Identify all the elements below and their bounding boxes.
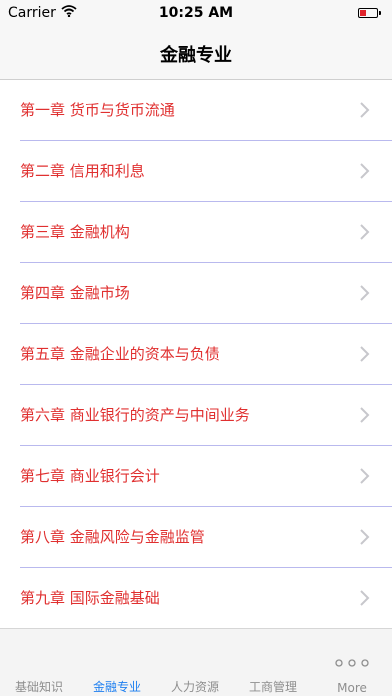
tab-bar: 基础知识 金融专业 人力资源 工商管理 More bbox=[0, 628, 392, 696]
tab-finance[interactable]: 金融专业 bbox=[78, 629, 156, 697]
tab-basic-knowledge[interactable]: 基础知识 bbox=[0, 629, 78, 697]
tab-label: 金融专业 bbox=[92, 680, 141, 694]
page-title: 金融专业 bbox=[160, 45, 232, 66]
chevron-right-icon bbox=[354, 405, 374, 425]
tab-label: 人力资源 bbox=[170, 680, 219, 694]
chapter-label: 第二章 信用和利息 bbox=[20, 162, 145, 180]
chapter-row-9[interactable]: 第九章 国际金融基础 bbox=[20, 568, 392, 629]
chapter-row-1[interactable]: 第一章 货币与货币流通 bbox=[20, 80, 392, 141]
more-dots-icon bbox=[312, 651, 392, 672]
tab-label: 基础知识 bbox=[14, 680, 63, 694]
battery-icon bbox=[358, 8, 381, 18]
chapter-label: 第九章 国际金融基础 bbox=[20, 589, 160, 607]
tab-label: 工商管理 bbox=[248, 680, 297, 694]
chapter-row-5[interactable]: 第五章 金融企业的资本与负债 bbox=[20, 324, 392, 385]
chapter-row-3[interactable]: 第三章 金融机构 bbox=[20, 202, 392, 263]
chevron-right-icon bbox=[354, 161, 374, 181]
clock: 10:25 AM bbox=[158, 5, 234, 21]
chapter-row-4[interactable]: 第四章 金融市场 bbox=[20, 263, 392, 324]
chevron-right-icon bbox=[354, 283, 374, 303]
navigation-bar: 金融专业 bbox=[0, 28, 392, 80]
chapter-label: 第七章 商业银行会计 bbox=[20, 467, 160, 485]
chapter-label: 第四章 金融市场 bbox=[20, 284, 130, 302]
chevron-right-icon bbox=[354, 466, 374, 486]
chapter-label: 第一章 货币与货币流通 bbox=[20, 101, 175, 119]
chevron-right-icon bbox=[354, 222, 374, 242]
chevron-right-icon bbox=[354, 100, 374, 120]
chapter-row-2[interactable]: 第二章 信用和利息 bbox=[20, 141, 392, 202]
chevron-right-icon bbox=[354, 527, 374, 547]
chapter-list: 第一章 货币与货币流通 第二章 信用和利息 第三章 金融机构 第四章 金融市场 … bbox=[0, 80, 392, 629]
chapter-label: 第八章 金融风险与金融监管 bbox=[20, 528, 205, 546]
tab-business-management[interactable]: 工商管理 bbox=[234, 629, 312, 697]
chapter-row-6[interactable]: 第六章 商业银行的资产与中间业务 bbox=[20, 385, 392, 446]
chapter-label: 第六章 商业银行的资产与中间业务 bbox=[20, 406, 250, 424]
tab-label: More bbox=[337, 681, 367, 695]
chapter-row-7[interactable]: 第七章 商业银行会计 bbox=[20, 446, 392, 507]
chevron-right-icon bbox=[354, 588, 374, 608]
tab-more[interactable]: More bbox=[312, 629, 392, 697]
chapter-label: 第五章 金融企业的资本与负债 bbox=[20, 345, 220, 363]
chapter-row-8[interactable]: 第八章 金融风险与金融监管 bbox=[20, 507, 392, 568]
status-bar: Carrier 10:25 AM bbox=[0, 0, 392, 28]
chevron-right-icon bbox=[354, 344, 374, 364]
tab-human-resources[interactable]: 人力资源 bbox=[156, 629, 234, 697]
chapter-label: 第三章 金融机构 bbox=[20, 223, 130, 241]
